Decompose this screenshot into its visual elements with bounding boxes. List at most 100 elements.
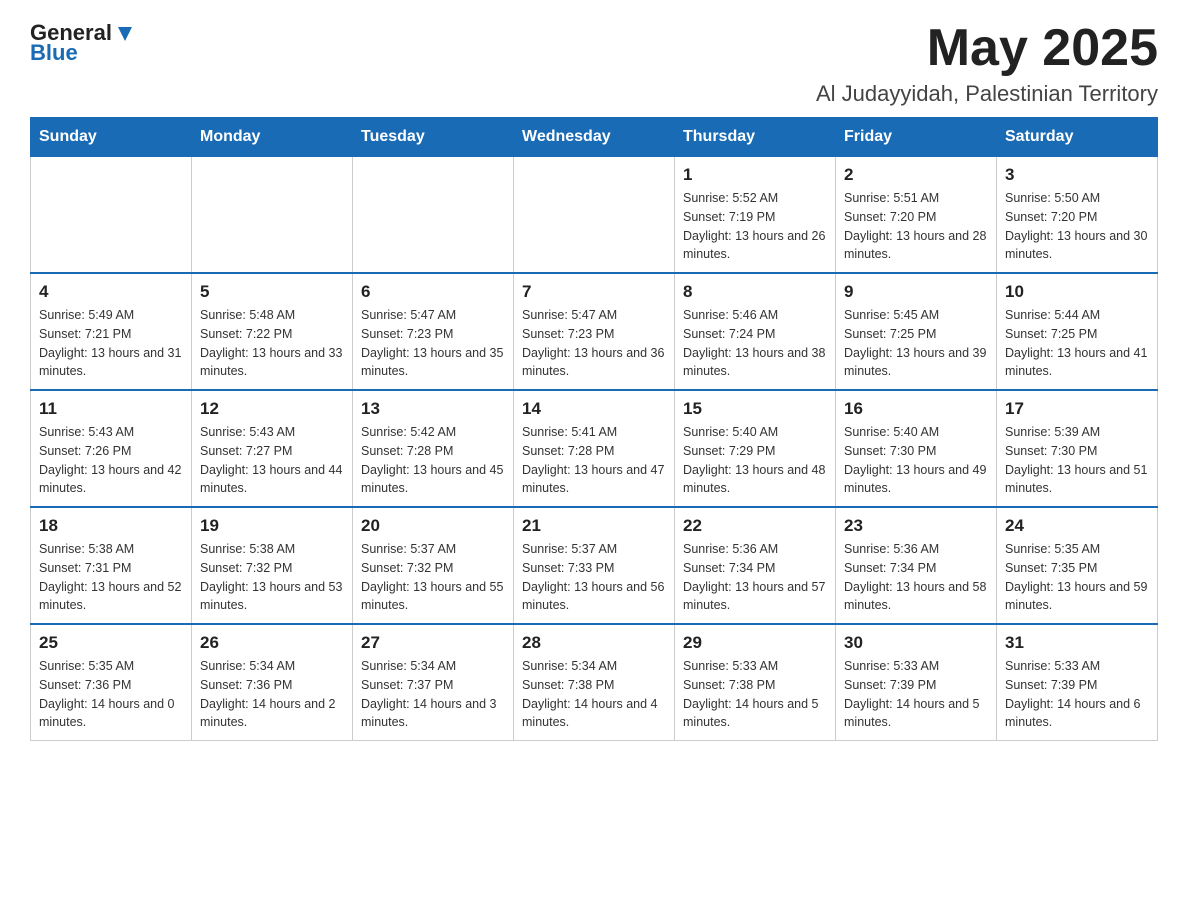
day-number: 18 <box>39 516 183 536</box>
day-info: Sunrise: 5:47 AMSunset: 7:23 PMDaylight:… <box>361 306 505 381</box>
month-title: May 2025 <box>816 20 1158 77</box>
day-number: 30 <box>844 633 988 653</box>
table-row <box>514 157 675 274</box>
day-number: 5 <box>200 282 344 302</box>
day-info: Sunrise: 5:49 AMSunset: 7:21 PMDaylight:… <box>39 306 183 381</box>
table-row: 23 Sunrise: 5:36 AMSunset: 7:34 PMDayligh… <box>836 507 997 624</box>
table-row: 4 Sunrise: 5:49 AMSunset: 7:21 PMDaylight… <box>31 273 192 390</box>
day-number: 22 <box>683 516 827 536</box>
col-monday: Monday <box>192 118 353 157</box>
day-info: Sunrise: 5:34 AMSunset: 7:38 PMDaylight:… <box>522 657 666 732</box>
table-row: 16Sunrise: 5:40 AMSunset: 7:30 PMDayligh… <box>836 390 997 507</box>
table-row: 20 Sunrise: 5:37 AMSunset: 7:32 PMDayligh… <box>353 507 514 624</box>
day-info: Sunrise: 5:44 AMSunset: 7:25 PMDaylight:… <box>1005 306 1149 381</box>
day-info: Sunrise: 5:36 AMSunset: 7:34 PMDaylight:… <box>683 540 827 615</box>
table-row: 25Sunrise: 5:35 AMSunset: 7:36 PMDayligh… <box>31 624 192 741</box>
day-info: Sunrise: 5:33 AMSunset: 7:39 PMDaylight:… <box>844 657 988 732</box>
table-row: 22 Sunrise: 5:36 AMSunset: 7:34 PMDayligh… <box>675 507 836 624</box>
day-number: 23 <box>844 516 988 536</box>
day-info: Sunrise: 5:33 AMSunset: 7:38 PMDaylight:… <box>683 657 827 732</box>
day-info: Sunrise: 5:40 AMSunset: 7:30 PMDaylight:… <box>844 423 988 498</box>
day-info: Sunrise: 5:35 AMSunset: 7:35 PMDaylight:… <box>1005 540 1149 615</box>
day-info: Sunrise: 5:45 AMSunset: 7:25 PMDaylight:… <box>844 306 988 381</box>
day-info: Sunrise: 5:50 AMSunset: 7:20 PMDaylight:… <box>1005 189 1149 264</box>
logo-blue-text: Blue <box>30 40 78 66</box>
table-row <box>192 157 353 274</box>
day-number: 12 <box>200 399 344 419</box>
calendar-week-row: 25Sunrise: 5:35 AMSunset: 7:36 PMDayligh… <box>31 624 1158 741</box>
table-row: 12 Sunrise: 5:43 AMSunset: 7:27 PMDayligh… <box>192 390 353 507</box>
day-info: Sunrise: 5:43 AMSunset: 7:26 PMDaylight:… <box>39 423 183 498</box>
day-number: 10 <box>1005 282 1149 302</box>
table-row: 21Sunrise: 5:37 AMSunset: 7:33 PMDayligh… <box>514 507 675 624</box>
day-number: 21 <box>522 516 666 536</box>
day-info: Sunrise: 5:46 AMSunset: 7:24 PMDaylight:… <box>683 306 827 381</box>
calendar-table: Sunday Monday Tuesday Wednesday Thursday… <box>30 117 1158 741</box>
day-number: 19 <box>200 516 344 536</box>
day-info: Sunrise: 5:40 AMSunset: 7:29 PMDaylight:… <box>683 423 827 498</box>
day-info: Sunrise: 5:43 AMSunset: 7:27 PMDaylight:… <box>200 423 344 498</box>
day-info: Sunrise: 5:42 AMSunset: 7:28 PMDaylight:… <box>361 423 505 498</box>
day-info: Sunrise: 5:38 AMSunset: 7:31 PMDaylight:… <box>39 540 183 615</box>
day-number: 11 <box>39 399 183 419</box>
day-number: 28 <box>522 633 666 653</box>
day-info: Sunrise: 5:51 AMSunset: 7:20 PMDaylight:… <box>844 189 988 264</box>
table-row: 10 Sunrise: 5:44 AMSunset: 7:25 PMDayligh… <box>997 273 1158 390</box>
table-row: 27 Sunrise: 5:34 AMSunset: 7:37 PMDayligh… <box>353 624 514 741</box>
table-row: 14 Sunrise: 5:41 AMSunset: 7:28 PMDayligh… <box>514 390 675 507</box>
day-number: 24 <box>1005 516 1149 536</box>
table-row: 17Sunrise: 5:39 AMSunset: 7:30 PMDayligh… <box>997 390 1158 507</box>
table-row: 1Sunrise: 5:52 AMSunset: 7:19 PMDaylight… <box>675 157 836 274</box>
col-saturday: Saturday <box>997 118 1158 157</box>
table-row: 11 Sunrise: 5:43 AMSunset: 7:26 PMDayligh… <box>31 390 192 507</box>
day-number: 14 <box>522 399 666 419</box>
day-number: 31 <box>1005 633 1149 653</box>
table-row: 9 Sunrise: 5:45 AMSunset: 7:25 PMDaylight… <box>836 273 997 390</box>
day-number: 29 <box>683 633 827 653</box>
day-info: Sunrise: 5:38 AMSunset: 7:32 PMDaylight:… <box>200 540 344 615</box>
table-row: 19 Sunrise: 5:38 AMSunset: 7:32 PMDayligh… <box>192 507 353 624</box>
day-info: Sunrise: 5:37 AMSunset: 7:32 PMDaylight:… <box>361 540 505 615</box>
col-sunday: Sunday <box>31 118 192 157</box>
day-number: 25 <box>39 633 183 653</box>
calendar-week-row: 11 Sunrise: 5:43 AMSunset: 7:26 PMDayligh… <box>31 390 1158 507</box>
day-info: Sunrise: 5:34 AMSunset: 7:37 PMDaylight:… <box>361 657 505 732</box>
day-number: 4 <box>39 282 183 302</box>
table-row: 29 Sunrise: 5:33 AMSunset: 7:38 PMDayligh… <box>675 624 836 741</box>
table-row: 31 Sunrise: 5:33 AMSunset: 7:39 PMDayligh… <box>997 624 1158 741</box>
day-number: 2 <box>844 165 988 185</box>
col-thursday: Thursday <box>675 118 836 157</box>
day-number: 3 <box>1005 165 1149 185</box>
calendar-header-row: Sunday Monday Tuesday Wednesday Thursday… <box>31 118 1158 157</box>
title-block: May 2025 Al Judayyidah, Palestinian Terr… <box>816 20 1158 107</box>
col-tuesday: Tuesday <box>353 118 514 157</box>
calendar-week-row: 4 Sunrise: 5:49 AMSunset: 7:21 PMDaylight… <box>31 273 1158 390</box>
table-row: 8 Sunrise: 5:46 AMSunset: 7:24 PMDaylight… <box>675 273 836 390</box>
day-number: 8 <box>683 282 827 302</box>
day-info: Sunrise: 5:47 AMSunset: 7:23 PMDaylight:… <box>522 306 666 381</box>
table-row: 24 Sunrise: 5:35 AMSunset: 7:35 PMDayligh… <box>997 507 1158 624</box>
day-number: 20 <box>361 516 505 536</box>
calendar-week-row: 1Sunrise: 5:52 AMSunset: 7:19 PMDaylight… <box>31 157 1158 274</box>
location-title: Al Judayyidah, Palestinian Territory <box>816 81 1158 107</box>
table-row: 28 Sunrise: 5:34 AMSunset: 7:38 PMDayligh… <box>514 624 675 741</box>
table-row: 3 Sunrise: 5:50 AMSunset: 7:20 PMDaylight… <box>997 157 1158 274</box>
day-number: 9 <box>844 282 988 302</box>
col-friday: Friday <box>836 118 997 157</box>
day-info: Sunrise: 5:36 AMSunset: 7:34 PMDaylight:… <box>844 540 988 615</box>
day-number: 15 <box>683 399 827 419</box>
day-number: 13 <box>361 399 505 419</box>
calendar-week-row: 18 Sunrise: 5:38 AMSunset: 7:31 PMDayligh… <box>31 507 1158 624</box>
day-number: 26 <box>200 633 344 653</box>
day-number: 7 <box>522 282 666 302</box>
table-row: 26Sunrise: 5:34 AMSunset: 7:36 PMDayligh… <box>192 624 353 741</box>
table-row: 13 Sunrise: 5:42 AMSunset: 7:28 PMDayligh… <box>353 390 514 507</box>
day-number: 27 <box>361 633 505 653</box>
day-info: Sunrise: 5:33 AMSunset: 7:39 PMDaylight:… <box>1005 657 1149 732</box>
page-header: General Blue May 2025 Al Judayyidah, Pal… <box>30 20 1158 107</box>
day-info: Sunrise: 5:41 AMSunset: 7:28 PMDaylight:… <box>522 423 666 498</box>
table-row <box>31 157 192 274</box>
day-info: Sunrise: 5:52 AMSunset: 7:19 PMDaylight:… <box>683 189 827 264</box>
table-row: 6Sunrise: 5:47 AMSunset: 7:23 PMDaylight… <box>353 273 514 390</box>
day-number: 17 <box>1005 399 1149 419</box>
